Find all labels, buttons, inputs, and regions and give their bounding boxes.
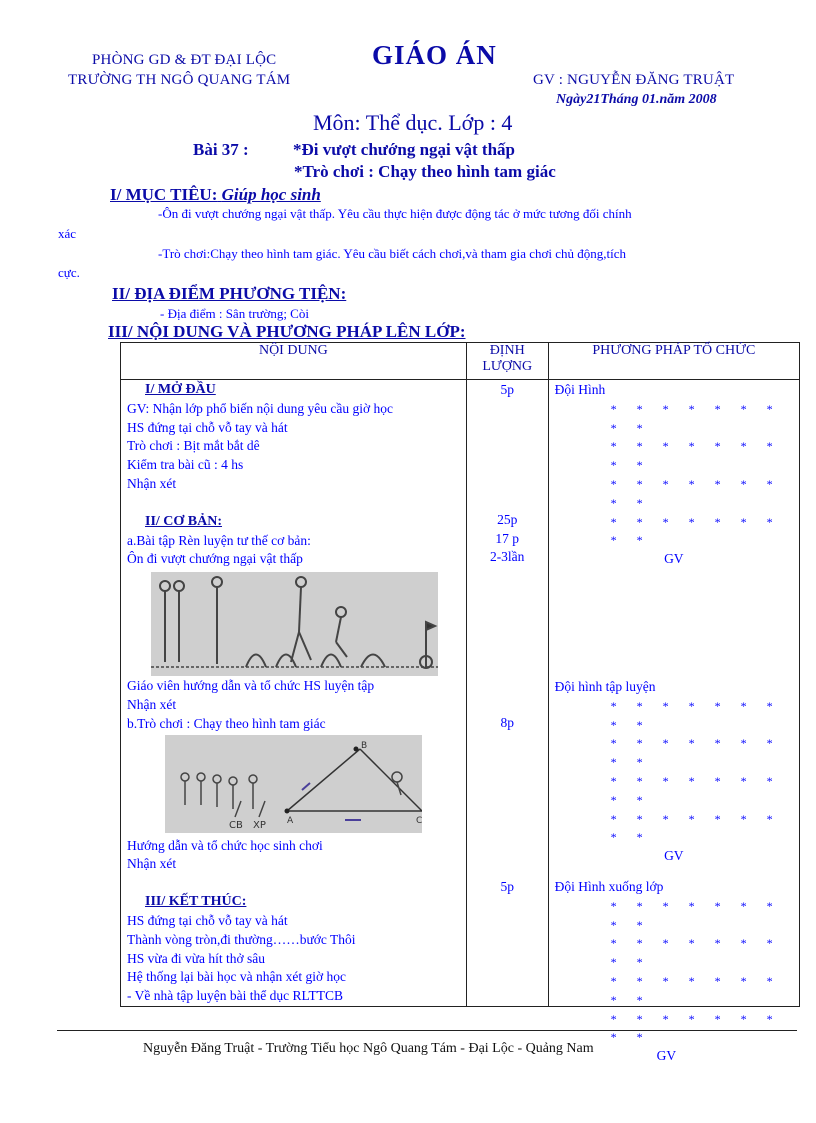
amount-column: 5p 25p 17 p 2-3lần 8p 5p: [465, 379, 549, 1007]
part1-formation: Đội Hình * * * * * * * * * * * * * * * *…: [549, 381, 799, 569]
star-row: * * * * * * * * *: [610, 736, 782, 770]
lesson-date: Ngày21Tháng 01.năm 2008: [556, 92, 717, 107]
label-a: A: [287, 816, 294, 826]
part3-amount: 5p: [500, 879, 514, 894]
part2-formation-label: Đội hình tập luyện: [554, 679, 656, 694]
section-objectives-subtitle: Giúp học sinh: [221, 185, 321, 204]
point-a-marker: [284, 808, 290, 814]
part2-line: Hướng dẫn và tổ chức học sinh chơi: [127, 837, 323, 853]
page-footer: Nguyễn Đăng Truật - Trường Tiểu học Ngô …: [143, 1041, 594, 1056]
header-method: PHƯƠNG PHÁP TỔ CHỨC: [547, 342, 801, 380]
footer-divider: [57, 1030, 797, 1031]
label-b: B: [361, 741, 367, 751]
part1-title: I/ MỞ ĐẦU: [145, 382, 216, 397]
part2-formation: Đội hình tập luyện * * * * * * * * * * *…: [549, 678, 799, 866]
school-name: TRƯỜNG TH NGÔ QUANG TÁM: [68, 72, 291, 88]
method-column: Đội Hình * * * * * * * * * * * * * * * *…: [547, 379, 801, 1063]
part2-line: b.Trò chơi : Chạy theo hình tam giác: [127, 715, 326, 731]
lesson-number: Bài 37 :: [193, 140, 249, 159]
location-line: - Địa điểm : Sân trường; Còi: [160, 306, 309, 321]
obstacle-walk-illustration: [151, 572, 438, 677]
part1-line: Trò chơi : Bịt mắt bắt dê: [127, 438, 260, 454]
section-objectives-title: I/ MỤC TIÊU:: [110, 185, 218, 204]
star-row: * * * * * * * * *: [610, 514, 782, 548]
teacher-name: GV : NGUYỄN ĐĂNG TRUẬT: [533, 72, 735, 88]
part2-line: Nhận xét: [127, 696, 177, 712]
part2-amount-a: 17 p: [495, 531, 519, 546]
part2-amount-b: 8p: [500, 715, 514, 730]
part3-line: Thành vòng tròn,đi thường……bước Thôi: [127, 931, 356, 947]
header-amount-line1: ĐỊNH: [489, 343, 525, 358]
objective-1: -Ôn đi vượt chướng ngại vật thấp. Yêu cầ…: [158, 206, 632, 221]
lesson-plan-table: NỘI DUNG ĐỊNH LƯỢNG PHƯƠNG PHÁP TỔ CHỨC …: [120, 342, 801, 1063]
part2-title: II/ CƠ BẢN:: [145, 513, 223, 529]
part3-formation: Đội Hình xuống lớp * * * * * * * * * * *…: [549, 878, 799, 1066]
label-xp: XP: [253, 820, 266, 831]
objective-2: -Trò chơi:Chạy theo hình tam giác. Yêu c…: [158, 246, 627, 261]
part2-line: Ôn đi vượt chướng ngại vật thấp: [127, 551, 303, 567]
part3-line: HS đứng tại chỗ vỗ tay và hát: [127, 912, 288, 928]
part3-line: Hệ thống lại bài học và nhận xét giờ học: [127, 969, 346, 985]
part1-formation-label: Đội Hình: [554, 382, 606, 397]
teacher-position: GV: [664, 551, 684, 567]
part1-amount: 5p: [500, 382, 514, 397]
triangle-game-diagram: B A C CB XP: [165, 734, 422, 833]
part2-repetitions: 2-3lần: [489, 549, 525, 564]
table-body-row: I/ MỞ ĐẦU GV: Nhận lớp phổ biến nội dung…: [120, 379, 801, 1063]
header-content: NỘI DUNG: [120, 342, 467, 380]
part3-line: HS vừa đi vừa hít thở sâu: [127, 950, 266, 966]
section-objectives-heading: I/ MỤC TIÊU: Giúp học sinh: [110, 185, 321, 205]
star-row: * * * * * * * * *: [610, 973, 782, 1007]
star-row: * * * * * * * * *: [610, 936, 782, 970]
part3-line: - Về nhà tập luyện bài thể dục RLTTCB: [127, 988, 343, 1004]
label-cb: CB: [229, 820, 243, 831]
star-row: * * * * * * * * *: [610, 773, 782, 807]
table-header-row: NỘI DUNG ĐỊNH LƯỢNG PHƯƠNG PHÁP TỔ CHỨC: [120, 342, 801, 380]
part1-line: HS đứng tại chỗ vỗ tay và hát: [127, 419, 288, 435]
part2-line: Giáo viên hướng dẫn và tổ chức HS luyện …: [127, 678, 375, 694]
content-column: I/ MỞ ĐẦU GV: Nhận lớp phổ biến nội dung…: [120, 379, 467, 1007]
part2-line: a.Bài tập Rèn luyện tư thế cơ bản:: [127, 532, 311, 548]
part1-line: Nhận xét: [127, 475, 177, 491]
part3-formation-label: Đội Hình xuống lớp: [554, 879, 664, 894]
subject-line: Môn: Thể dục. Lớp : 4: [313, 110, 513, 135]
point-b-marker: [353, 746, 359, 752]
objective-1-cont: xác: [58, 226, 77, 241]
document-title: GIÁO ÁN: [372, 40, 497, 70]
objective-2-cont: cực.: [58, 265, 80, 280]
star-row: * * * * * * * * *: [610, 811, 782, 845]
part3-title: III/ KẾT THÚC:: [145, 894, 247, 910]
part1-line: Kiểm tra bài cũ : 4 hs: [127, 457, 244, 473]
star-row: * * * * * * * * *: [610, 698, 782, 732]
header-amount-line2: LƯỢNG: [482, 359, 533, 374]
section-location-heading: II/ ĐỊA ĐIỂM PHƯƠNG TIỆN:: [112, 284, 347, 303]
star-row: * * * * * * * * *: [610, 401, 782, 435]
star-row: * * * * * * * * *: [610, 439, 782, 473]
star-row: * * * * * * * * *: [610, 898, 782, 932]
label-c: C: [416, 816, 422, 826]
header-amount: ĐỊNH LƯỢNG: [465, 342, 549, 380]
lesson-topic-2: *Trò chơi : Chạy theo hình tam giác: [294, 162, 556, 181]
part2-amount-total: 25p: [497, 512, 518, 527]
teacher-position: GV: [664, 848, 684, 864]
lesson-topic-1: *Đi vượt chướng ngại vật thấp: [293, 140, 516, 159]
section-content-heading: III/ NỘI DUNG VÀ PHƯƠNG PHÁP LÊN LỚP:: [108, 322, 466, 341]
part2-line: Nhận xét: [127, 856, 177, 872]
star-row: * * * * * * * * *: [610, 476, 782, 510]
department-name: PHÒNG GD & ĐT ĐẠI LỘC: [92, 52, 277, 68]
part1-line: GV: Nhận lớp phổ biến nội dung yêu cầu g…: [127, 400, 393, 416]
